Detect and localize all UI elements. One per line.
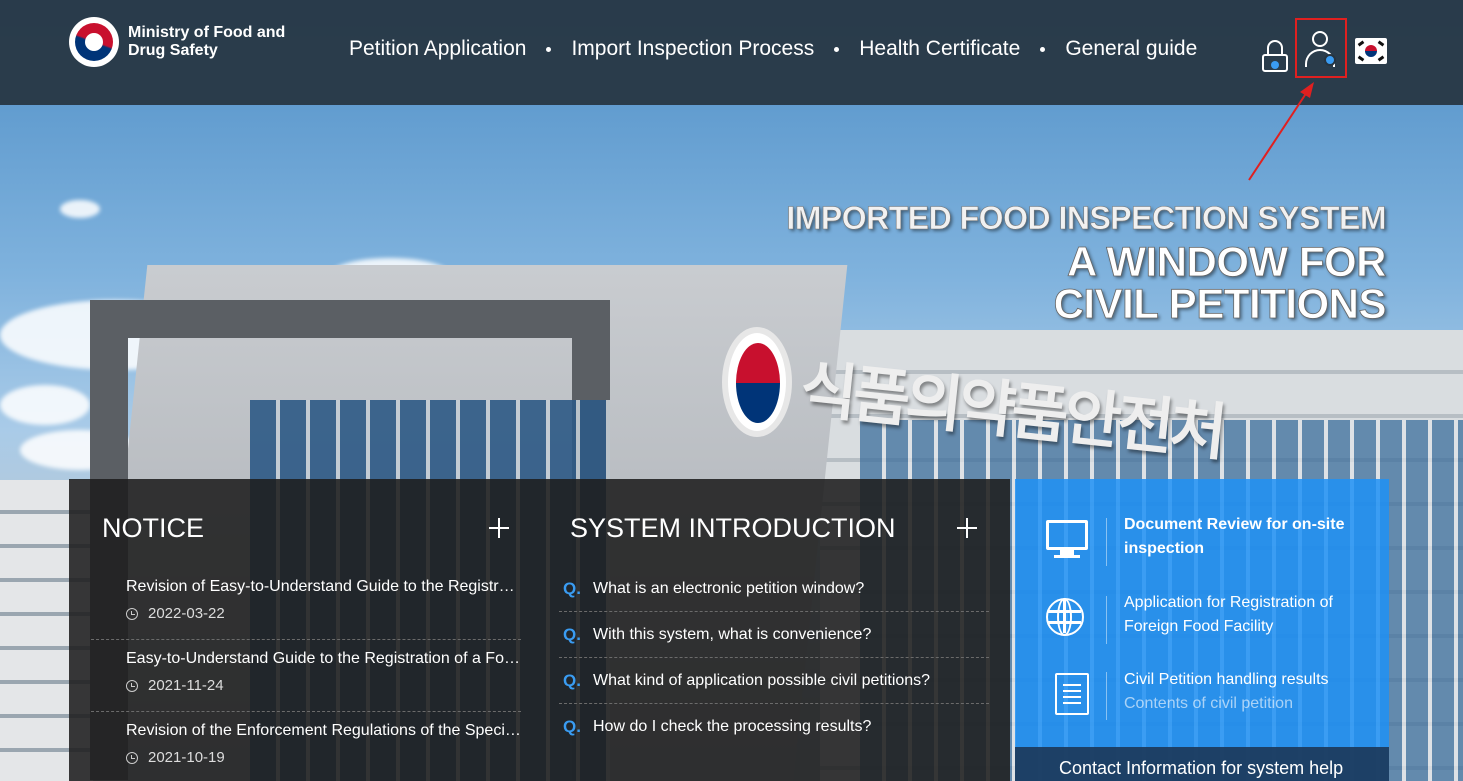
service-document-review-link[interactable]: Document Review for on-site inspection <box>1124 513 1344 561</box>
hero-title-line-1: A WINDOW FOR <box>1066 238 1387 285</box>
faq-question[interactable]: How do I check the processing results? <box>593 718 871 736</box>
faq-q-label: Q. <box>563 717 581 736</box>
main-nav: Petition Application Import Inspection P… <box>349 37 1197 61</box>
notice-date-text: 2021-10-19 <box>148 749 225 766</box>
logo-line-1: Ministry of Food and <box>128 24 286 41</box>
ministry-logo[interactable]: Ministry of Food and Drug Safety <box>69 17 285 67</box>
faq-q-label: Q. <box>563 624 581 644</box>
nav-separator <box>834 46 840 52</box>
service-line-2: inspection <box>1124 540 1205 557</box>
service-foreign-facility-registration-link[interactable]: Application for Registration of Foreign … <box>1124 591 1333 639</box>
faq-item[interactable]: Q. With this system, what is convenience… <box>559 612 989 658</box>
notice-item-title[interactable]: Revision of the Enforcement Regulations … <box>126 722 521 740</box>
faq-q-label: Q. <box>563 578 581 598</box>
system-intro-more-plus-icon[interactable] <box>957 518 977 538</box>
site-header: Ministry of Food and Drug Safety Petitio… <box>0 0 1463 105</box>
logo-line-2: Drug Safety <box>128 42 218 59</box>
system-intro-title: SYSTEM INTRODUCTION <box>570 513 896 543</box>
clock-icon <box>126 751 138 764</box>
notice-more-plus-icon[interactable] <box>489 518 509 538</box>
nav-petition-application[interactable]: Petition Application <box>349 37 526 61</box>
globe-icon <box>1046 597 1084 636</box>
notice-item[interactable]: Revision of Easy-to-Understand Guide to … <box>91 568 521 640</box>
building-emblem <box>722 327 792 437</box>
faq-question[interactable]: With this system, what is convenience? <box>593 626 871 644</box>
notice-list: Revision of Easy-to-Understand Guide to … <box>91 568 521 781</box>
government-emblem-icon <box>69 17 119 67</box>
clock-icon <box>126 607 138 620</box>
logo-text: Ministry of Food and Drug Safety <box>128 24 285 60</box>
service-line-1: Application for Registration of <box>1124 594 1333 611</box>
hero-title-line-2: CIVIL PETITIONS <box>1053 280 1387 327</box>
lock-icon[interactable] <box>1262 36 1288 76</box>
monitor-icon <box>1046 520 1088 558</box>
faq-question[interactable]: What is an electronic petition window? <box>593 580 864 598</box>
korean-flag-icon[interactable] <box>1355 38 1387 64</box>
nav-separator <box>1040 46 1046 52</box>
contact-text[interactable]: Contact Information for system help <box>1059 758 1343 779</box>
notice-date-text: 2021-11-24 <box>148 677 224 694</box>
user-icon[interactable] <box>1305 31 1337 71</box>
notice-item[interactable]: Easy-to-Understand Guide to the Registra… <box>91 640 521 712</box>
nav-health-certificate[interactable]: Health Certificate <box>859 37 1020 61</box>
notice-item-title[interactable]: Revision of Easy-to-Understand Guide to … <box>126 578 521 596</box>
nav-import-inspection-process[interactable]: Import Inspection Process <box>571 37 814 61</box>
notice-item-date: 2022-03-22 <box>126 605 225 622</box>
nav-general-guide[interactable]: General guide <box>1065 37 1197 61</box>
service-line-2: Contents of civil petition <box>1124 695 1293 712</box>
faq-list: Q. What is an electronic petition window… <box>559 566 989 750</box>
service-line-1: Civil Petition handling results <box>1124 671 1329 688</box>
document-icon <box>1055 673 1089 715</box>
notice-item-title[interactable]: Easy-to-Understand Guide to the Registra… <box>126 650 521 668</box>
service-divider <box>1106 672 1107 720</box>
faq-q-label: Q. <box>563 670 581 690</box>
faq-question[interactable]: What kind of application possible civil … <box>593 672 930 690</box>
faq-item[interactable]: Q. What is an electronic petition window… <box>559 566 989 612</box>
notice-item[interactable]: Revision of the Enforcement Regulations … <box>91 712 521 781</box>
notice-item-date: 2021-10-19 <box>126 749 225 766</box>
service-line-1: Document Review for on-site <box>1124 516 1345 533</box>
hero-subtitle: IMPORTED FOOD INSPECTION SYSTEM <box>786 200 1387 237</box>
service-petition-results-link[interactable]: Civil Petition handling results Contents… <box>1124 668 1329 716</box>
service-line-2: Foreign Food Facility <box>1124 618 1274 635</box>
faq-item[interactable]: Q. What kind of application possible civ… <box>559 658 989 704</box>
notice-item-date: 2021-11-24 <box>126 677 224 694</box>
faq-item[interactable]: Q. How do I check the processing results… <box>559 704 989 750</box>
clock-icon <box>126 679 138 692</box>
service-divider <box>1106 518 1107 566</box>
nav-separator <box>546 46 552 52</box>
service-divider <box>1106 596 1107 644</box>
notice-date-text: 2022-03-22 <box>148 605 225 622</box>
notice-title: NOTICE <box>102 513 205 543</box>
hero-title: A WINDOW FOR CIVIL PETITIONS <box>1053 238 1387 327</box>
